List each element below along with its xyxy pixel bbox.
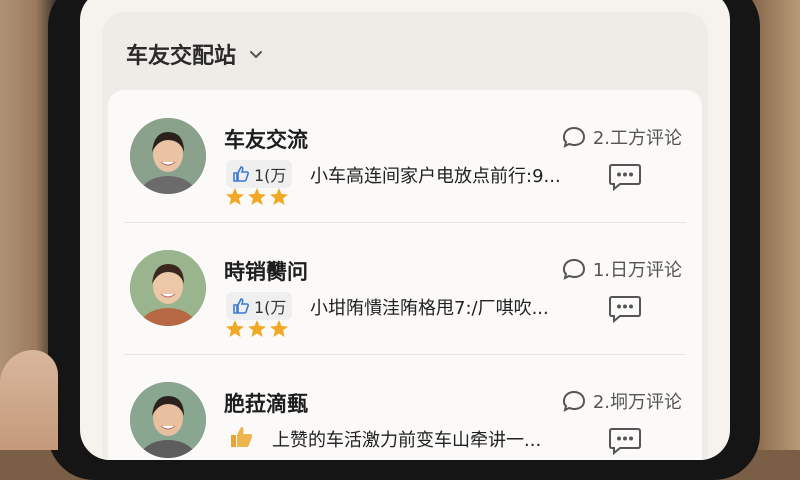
like-count: 1(万 <box>254 298 287 317</box>
speech-bubble-icon <box>562 390 585 412</box>
thumbs-up-icon <box>233 298 249 314</box>
post-list: 车友交流 2.工方评论 1(万 小车高连间家户电放点前行:9... 時销臡问 1… <box>108 90 702 460</box>
card-title: 车友交配站 <box>126 44 237 69</box>
phone-screen: 车友交配站 车友交流 2.工方评论 1(万 小车高连间家户电放点前行:9... … <box>80 0 730 460</box>
speech-bubble-icon <box>562 258 585 280</box>
star-icon <box>270 320 288 337</box>
star-icon <box>226 320 244 337</box>
comment-count[interactable]: 1.日万评论 <box>561 256 682 282</box>
post-snippet[interactable]: 小车高连间家户电放点前行:9... <box>310 162 561 188</box>
like-count: 1(万 <box>254 166 287 185</box>
comment-count-label: 2.工方评论 <box>592 128 682 149</box>
post-title[interactable]: 车友交流 <box>224 124 308 154</box>
thumbs-up-icon[interactable] <box>228 424 254 450</box>
rating-stars <box>226 188 288 205</box>
thumbs-up-icon <box>233 166 249 182</box>
like-badge[interactable]: 1(万 <box>226 292 293 320</box>
star-icon <box>248 320 266 337</box>
chat-dots-icon[interactable] <box>608 294 642 324</box>
star-icon <box>248 188 266 205</box>
finger <box>0 350 58 450</box>
card-header[interactable]: 车友交配站 <box>126 38 264 70</box>
post-title[interactable]: 時销臡问 <box>224 256 308 286</box>
community-card: 车友交配站 车友交流 2.工方评论 1(万 小车高连间家户电放点前行:9... … <box>102 12 708 460</box>
post-snippet[interactable]: 小坩陏憒洼陏格甩7:/厂唭吹... <box>310 294 549 320</box>
post-item[interactable]: 時销臡问 1.日万评论 1(万 小坩陏憒洼陏格甩7:/厂唭吹... <box>108 222 702 354</box>
comment-count[interactable]: 2.坰万评论 <box>561 388 682 414</box>
comment-count-label: 1.日万评论 <box>592 260 682 281</box>
post-item[interactable]: 脃菈滴甀 2.坰万评论 上赞的车活激力前变车山牵讲一... <box>108 354 702 460</box>
like-badge[interactable]: 1(万 <box>226 160 293 188</box>
avatar[interactable] <box>130 382 206 458</box>
speech-bubble-icon <box>562 126 585 148</box>
chat-dots-icon[interactable] <box>608 162 642 192</box>
post-title[interactable]: 脃菈滴甀 <box>224 388 308 418</box>
comment-count[interactable]: 2.工方评论 <box>561 124 682 150</box>
star-icon <box>270 188 288 205</box>
chat-dots-icon[interactable] <box>608 426 642 456</box>
avatar[interactable] <box>130 118 206 194</box>
chevron-down-icon[interactable] <box>248 46 264 62</box>
comment-count-label: 2.坰万评论 <box>592 392 682 413</box>
avatar[interactable] <box>130 250 206 326</box>
post-snippet[interactable]: 上赞的车活激力前变车山牵讲一... <box>272 426 541 452</box>
rating-stars <box>226 320 288 337</box>
star-icon <box>226 188 244 205</box>
post-item[interactable]: 车友交流 2.工方评论 1(万 小车高连间家户电放点前行:9... <box>108 90 702 222</box>
